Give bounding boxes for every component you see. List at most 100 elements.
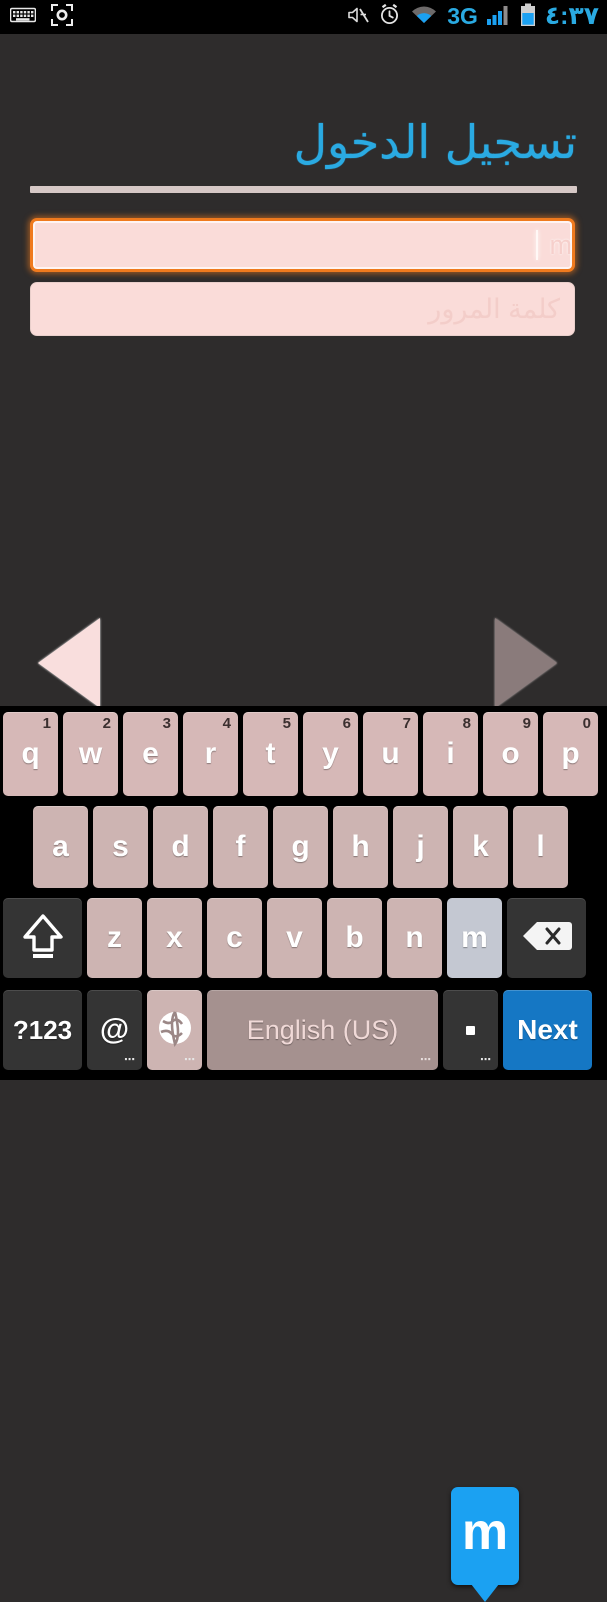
key-a-label: a [52,830,69,863]
key-l-label: l [536,830,545,863]
status-bar: 3G ٤:٣٧ [0,0,607,34]
key-b-label: b [345,921,364,954]
next-arrow-button[interactable] [495,618,557,708]
key-d[interactable]: d [153,806,208,888]
long-press-hint-icon: ⋯ [480,1054,492,1066]
key-n[interactable]: n [387,898,442,978]
key-w-alt-number: 2 [102,715,111,732]
symbols-key[interactable]: ?123 [3,990,82,1070]
key-q-label: q [21,737,40,770]
period-key-label [466,1025,475,1035]
key-u-label: u [381,737,400,770]
period-key[interactable]: ⋯ [443,990,498,1070]
key-r-label: r [204,737,217,770]
enter-next-key[interactable]: Next [503,990,592,1070]
space-key[interactable]: English (US) ⋯ [207,990,438,1070]
key-h[interactable]: h [333,806,388,888]
key-o-alt-number: 9 [522,715,531,732]
key-m-label: m [461,921,488,954]
key-k[interactable]: k [453,806,508,888]
key-e-alt-number: 3 [162,715,171,732]
page-title: تسجيل الدخول [293,115,577,169]
key-e[interactable]: e3 [123,712,178,796]
alarm-icon [378,3,401,31]
key-h-label: h [351,830,370,863]
key-v[interactable]: v [267,898,322,978]
app-content: تسجيل الدخول m كلمة المرور [0,34,607,708]
key-x[interactable]: x [147,898,202,978]
key-o[interactable]: o9 [483,712,538,796]
long-press-hint-icon: ⋯ [420,1054,432,1066]
key-g-label: g [291,830,310,863]
username-input-value: m [549,229,573,260]
language-switch-key[interactable]: ⋯ [147,990,202,1070]
globe-icon [155,1008,195,1053]
wifi-icon [410,5,438,30]
status-bar-left-icons [0,3,74,32]
key-q-alt-number: 1 [42,715,51,732]
key-y[interactable]: y6 [303,712,358,796]
key-t-label: t [265,737,276,770]
status-bar-right-icons: 3G ٤:٣٧ [347,3,607,32]
mute-icon [347,5,369,30]
battery-icon [520,3,536,32]
key-a[interactable]: a [33,806,88,888]
key-l[interactable]: l [513,806,568,888]
network-type-label: 3G [447,2,478,29]
space-key-label: English (US) [246,1014,399,1045]
key-i[interactable]: i8 [423,712,478,796]
key-u[interactable]: u7 [363,712,418,796]
key-s[interactable]: s [93,806,148,888]
key-v-label: v [286,921,303,954]
key-q[interactable]: q1 [3,712,58,796]
key-b[interactable]: b [327,898,382,978]
key-g[interactable]: g [273,806,328,888]
key-w[interactable]: w2 [63,712,118,796]
key-f-label: f [235,830,246,863]
key-z[interactable]: z [87,898,142,978]
key-n-label: n [405,921,424,954]
key-y-label: y [322,737,339,770]
on-screen-keyboard: q1w2e3r4t5y6u7i8o9p0 asdfghjkl zxcvbnm ?… [0,706,607,1602]
title-divider [30,186,577,193]
signal-icon [486,4,511,31]
password-input-placeholder: كلمة المرور [428,293,560,324]
at-key[interactable]: @ ⋯ [87,990,142,1070]
key-y-alt-number: 6 [342,715,351,732]
key-e-label: e [142,737,159,770]
keyboard-icon[interactable] [9,6,37,29]
key-t-alt-number: 5 [282,715,291,732]
key-j-label: j [416,830,425,863]
key-c[interactable]: c [207,898,262,978]
shift-key[interactable] [3,898,82,978]
key-o-label: o [501,737,520,770]
key-press-popup: m [451,1487,519,1602]
backspace-icon [521,919,573,958]
key-j[interactable]: j [393,806,448,888]
long-press-hint-icon: ⋯ [124,1054,136,1066]
previous-arrow-button[interactable] [38,618,100,708]
text-caret [535,230,538,260]
key-f[interactable]: f [213,806,268,888]
key-press-popup-label: m [461,1503,509,1561]
key-r[interactable]: r4 [183,712,238,796]
password-input[interactable]: كلمة المرور [30,282,575,336]
key-p-label: p [561,737,580,770]
key-s-label: s [112,830,129,863]
key-p[interactable]: p0 [543,712,598,796]
key-m[interactable]: m [447,898,502,978]
key-d-label: d [171,830,190,863]
key-z-label: z [107,921,122,954]
key-p-alt-number: 0 [582,715,591,732]
backspace-key[interactable] [507,898,586,978]
username-input[interactable]: m [30,218,575,272]
key-w-label: w [78,737,103,770]
key-t[interactable]: t5 [243,712,298,796]
key-k-label: k [472,830,489,863]
shift-icon [20,910,66,967]
key-i-alt-number: 8 [462,715,471,732]
key-x-label: x [166,921,183,954]
clock-label: ٤:٣٧ [544,1,599,30]
key-r-alt-number: 4 [222,715,231,732]
screenshot-capture-icon[interactable] [50,3,74,32]
